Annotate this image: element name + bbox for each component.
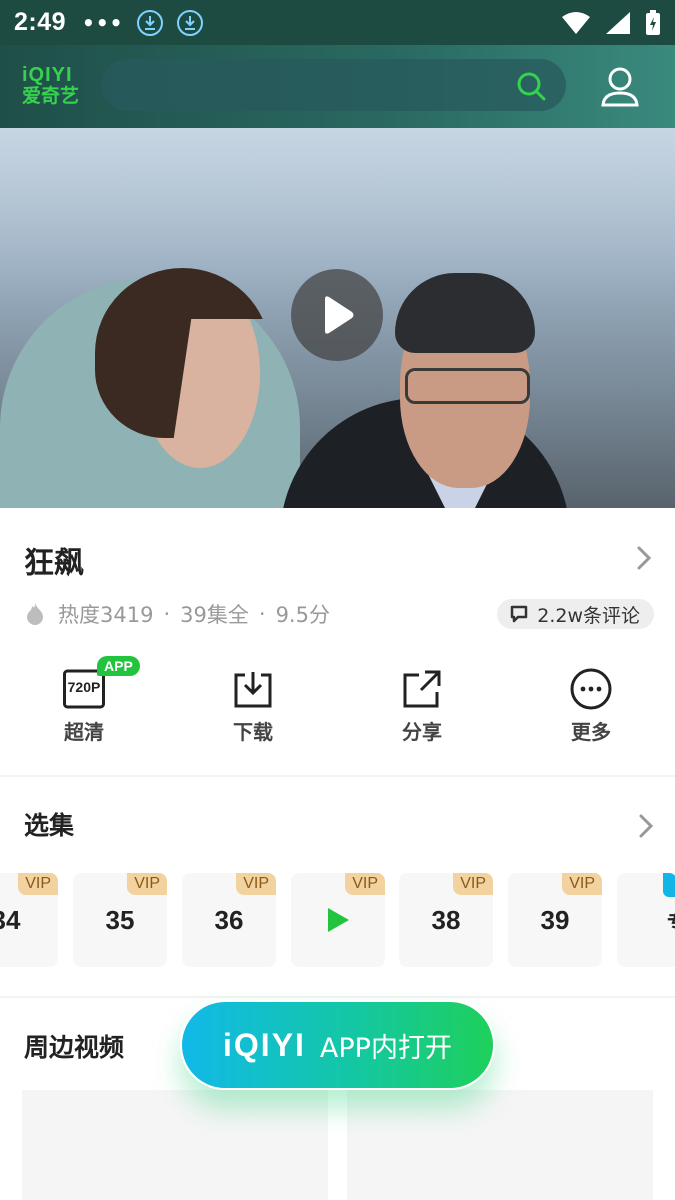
episode-number: 36: [214, 904, 244, 935]
720p-icon: 720P APP: [63, 656, 140, 710]
episodes-title[interactable]: 选集: [24, 806, 74, 842]
video-figure-man-glasses: [405, 368, 530, 404]
wifi-icon: [562, 11, 590, 34]
download-notification-icon-2: [177, 9, 204, 36]
action-bar: 720P APP 超清 下载 分享 更多: [0, 656, 675, 750]
episode-item[interactable]: 38 VIP: [399, 873, 493, 967]
user-icon[interactable]: [600, 65, 640, 109]
battery-icon: [646, 9, 660, 35]
episode-number: 39: [540, 904, 570, 935]
special-tag: [663, 873, 675, 897]
more-button[interactable]: 更多: [531, 665, 651, 750]
episode-number: 38: [431, 904, 461, 935]
comments-button[interactable]: 2.2w条评论: [497, 599, 654, 629]
episode-list[interactable]: 34 VIP 35 VIP 36 VIP VIP 38 VIP 39 VIP 专…: [0, 873, 675, 967]
play-button[interactable]: [291, 269, 383, 361]
related-video-card[interactable]: [347, 1090, 653, 1200]
episode-item[interactable]: 35 VIP: [73, 873, 167, 967]
score-value: 9.5分: [275, 603, 330, 627]
quality-button[interactable]: 720P APP 超清: [24, 656, 144, 750]
app-badge: APP: [97, 656, 140, 676]
vip-badge: VIP: [453, 873, 493, 895]
playing-icon: [328, 908, 349, 932]
flame-icon: [27, 603, 43, 625]
share-button[interactable]: 分享: [362, 665, 482, 750]
meta-separator-2: ·: [258, 602, 266, 626]
play-icon: [325, 296, 354, 334]
divider: [0, 996, 675, 998]
episode-number: 专访: [667, 906, 675, 935]
download-label: 下载: [233, 720, 273, 744]
vip-badge: VIP: [345, 873, 385, 895]
related-video-card[interactable]: [22, 1090, 328, 1200]
related-videos-title: 周边视频: [24, 1033, 125, 1062]
quality-label: 超清: [64, 720, 104, 744]
app-header: iQIYI 爱奇艺: [0, 45, 675, 128]
signal-icon: [606, 11, 630, 34]
show-meta-row: 热度3419 · 39集全 · 9.5分 2.2w条评论: [24, 596, 654, 632]
divider: [0, 775, 675, 777]
720p-icon-text: 720P: [67, 679, 101, 695]
more-icon: [570, 668, 612, 710]
more-label: 更多: [571, 720, 611, 744]
status-time: 2:49: [14, 8, 67, 36]
video-player[interactable]: [0, 128, 675, 508]
meta-separator: ·: [163, 602, 171, 626]
episode-item[interactable]: 39 VIP: [508, 873, 602, 967]
episode-item-special[interactable]: 专访: [617, 873, 675, 967]
vip-badge: VIP: [236, 873, 276, 895]
episode-item[interactable]: 34 VIP: [0, 873, 58, 967]
chevron-right-icon[interactable]: [634, 544, 654, 572]
open-in-app-button[interactable]: iQIYI APP内打开: [180, 1000, 495, 1090]
download-button[interactable]: 下载: [193, 665, 313, 750]
download-icon: [232, 668, 274, 710]
status-bar: 2:49 •••: [0, 0, 675, 45]
episode-number: 35: [105, 904, 135, 935]
share-label: 分享: [402, 720, 442, 744]
open-app-label: APP内打开: [319, 1032, 452, 1064]
chevron-right-icon[interactable]: [636, 812, 656, 840]
show-title: 狂飙: [24, 546, 84, 581]
episode-item-playing[interactable]: VIP: [291, 873, 385, 967]
logo-cn: 爱奇艺: [22, 85, 80, 107]
download-notification-icon: [137, 9, 164, 36]
heat-value: 热度3419: [58, 603, 154, 627]
vip-badge: VIP: [127, 873, 167, 895]
iqiyi-logo[interactable]: iQIYI 爱奇艺: [22, 65, 80, 109]
vip-badge: VIP: [562, 873, 602, 895]
open-app-brand: iQIYI: [223, 1026, 306, 1063]
comments-count: 2.2w条评论: [537, 604, 640, 627]
show-title-row[interactable]: 狂飙: [24, 538, 654, 581]
search-icon[interactable]: [516, 71, 546, 101]
episode-item[interactable]: 36 VIP: [182, 873, 276, 967]
search-input[interactable]: [101, 59, 566, 111]
comment-icon: [510, 605, 528, 623]
vip-badge: VIP: [18, 873, 58, 895]
episode-number: 34: [0, 904, 21, 935]
status-more-dots: •••: [82, 10, 124, 35]
episodes-total: 39集全: [180, 603, 249, 627]
share-icon: [401, 668, 443, 710]
logo-en: iQIYI: [22, 64, 73, 86]
